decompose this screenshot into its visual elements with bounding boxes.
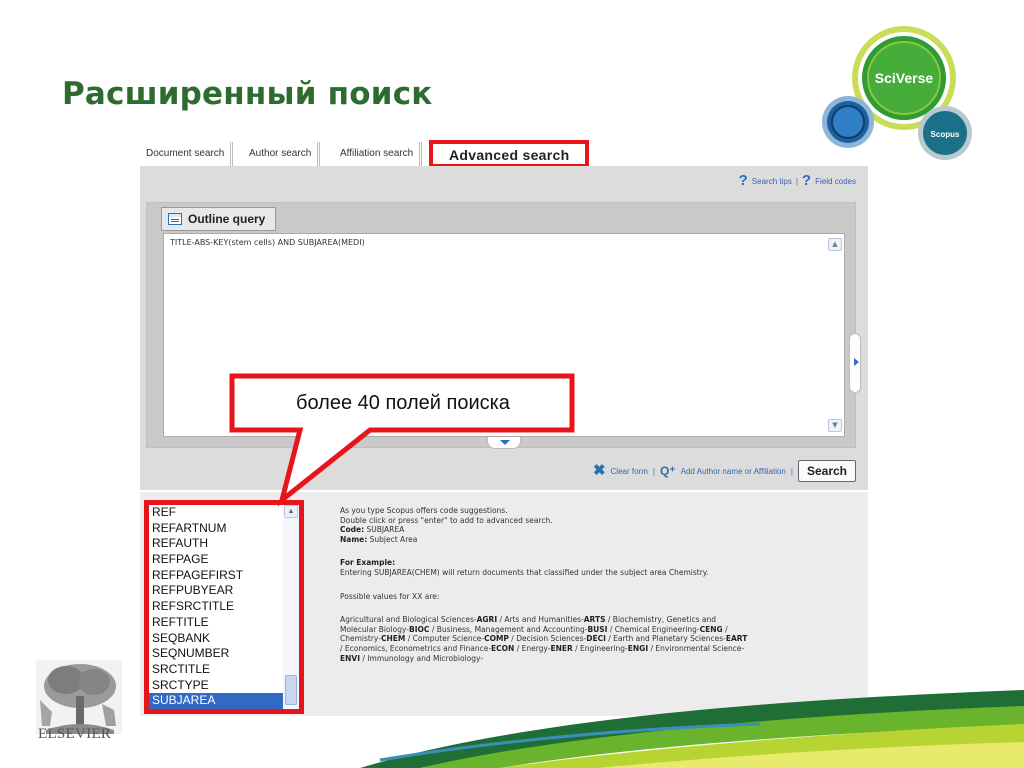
action-bar: ✖ Clear form | Q⁺ Add Author name or Aff… — [593, 460, 856, 482]
logo-brand-text: SciVerse — [875, 70, 934, 86]
expand-down-handle[interactable] — [487, 437, 521, 449]
list-item[interactable]: REFAUTH — [149, 536, 285, 552]
list-item[interactable]: REFPUBYEAR — [149, 583, 285, 599]
logo-product-text: Scopus — [931, 130, 960, 139]
clear-icon: ✖ — [592, 462, 606, 479]
outline-query-label: Outline query — [188, 212, 266, 226]
name-label: Name: — [340, 534, 368, 544]
expand-right-handle[interactable] — [849, 333, 861, 393]
scroll-up-icon[interactable]: ▲ — [284, 505, 298, 518]
list-item[interactable]: REFPAGEFIRST — [149, 568, 285, 584]
list-item[interactable]: REFSRCTITLE — [149, 599, 285, 615]
search-button[interactable]: Search — [797, 460, 856, 482]
list-item[interactable]: SEQBANK — [149, 631, 285, 647]
search-tips-link[interactable]: Search tips — [752, 177, 792, 186]
list-item[interactable]: REFARTNUM — [149, 521, 285, 537]
name-value: Subject Area — [369, 534, 418, 544]
example-text: Entering SUBJAREA(CHEM) will return docu… — [340, 567, 709, 577]
field-codes-section: REF REFARTNUM REFAUTH REFPAGE REFPAGEFIR… — [140, 492, 868, 716]
field-description: As you type Scopus offers code suggestio… — [340, 506, 750, 663]
list-scrollbar[interactable]: ▲ — [283, 505, 299, 709]
name-line: Name: Subject Area — [340, 535, 750, 545]
description-line: As you type Scopus offers code suggestio… — [340, 506, 508, 515]
scroll-down-icon[interactable]: ▼ — [828, 419, 842, 432]
code-line: Code: SUBJAREA — [340, 525, 750, 535]
tab-author-search[interactable]: Author search — [243, 142, 321, 166]
list-item[interactable]: REFTITLE — [149, 615, 285, 631]
clear-form-link[interactable]: Clear form — [611, 467, 648, 476]
outline-icon — [168, 213, 182, 225]
list-item[interactable]: SEQNUMBER — [149, 646, 285, 662]
scroll-up-icon[interactable]: ▲ — [828, 238, 842, 251]
separator: | — [652, 466, 655, 476]
list-item[interactable]: REF — [149, 505, 285, 521]
search-tabs: Document search Author search Affiliatio… — [140, 140, 860, 168]
possible-values-label: Possible values for XX are: — [340, 591, 440, 601]
code-label: Code: — [340, 525, 365, 535]
query-scrollbar[interactable]: ▲ ▼ — [828, 238, 842, 432]
example-label: For Example: — [340, 558, 396, 568]
possible-values-text: Agricultural and Biological Sciences-AGR… — [340, 615, 748, 663]
outline-query-button[interactable]: Outline query — [161, 207, 277, 231]
tab-advanced-search[interactable]: Advanced search — [429, 140, 590, 168]
list-item[interactable]: SRCTITLE — [149, 662, 285, 678]
elsevier-wordmark: ELSEVIER — [38, 726, 112, 742]
list-item[interactable]: SRCTYPE — [149, 678, 285, 694]
field-code-list[interactable]: REF REFARTNUM REFAUTH REFPAGE REFPAGEFIR… — [149, 505, 285, 709]
tab-affiliation-search[interactable]: Affiliation search — [334, 142, 423, 166]
code-value: SUBJAREA — [366, 525, 405, 535]
field-list-highlight: REF REFARTNUM REFAUTH REFPAGE REFPAGEFIR… — [144, 500, 304, 714]
list-item[interactable]: REFPAGE — [149, 552, 285, 568]
callout-text: более 40 полей поиска — [296, 392, 510, 414]
tab-document-search[interactable]: Document search — [140, 142, 234, 166]
list-item-selected[interactable]: SUBJAREA — [149, 693, 285, 709]
separator: | — [795, 176, 798, 186]
advanced-search-panel: ? Search tips | ? Field codes Outline qu… — [140, 166, 868, 490]
description-line: Double click or press "enter" to add to … — [340, 515, 553, 525]
add-author-link[interactable]: Add Author name or Affiliation — [681, 467, 786, 476]
slide-title: Расширенный поиск — [62, 76, 433, 112]
separator: | — [790, 466, 793, 476]
field-codes-link[interactable]: Field codes — [815, 177, 856, 186]
help-icon: ? — [738, 172, 748, 189]
add-author-icon: Q⁺ — [659, 464, 676, 478]
help-links: ? Search tips | ? Field codes — [738, 172, 856, 189]
query-text: TITLE-ABS-KEY(stem cells) AND SUBJAREA(M… — [170, 238, 365, 247]
scroll-thumb[interactable] — [285, 675, 297, 705]
help-icon: ? — [801, 172, 812, 189]
